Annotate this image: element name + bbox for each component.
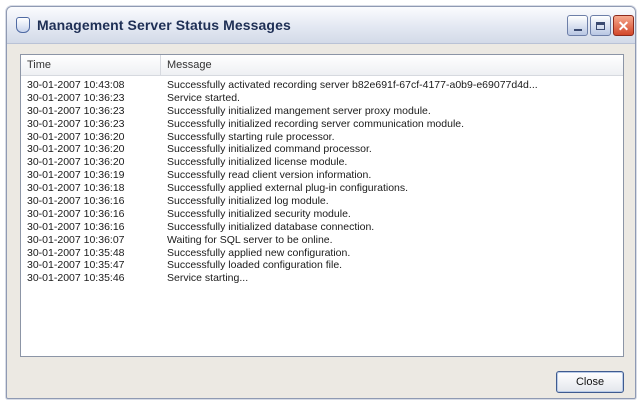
list-item[interactable]: 30-01-2007 10:36:16 Successfully initiali… <box>21 221 623 234</box>
message-time: 30-01-2007 10:36:18 <box>27 182 125 195</box>
message-time: 30-01-2007 10:36:16 <box>27 220 125 233</box>
list-item[interactable]: 30-01-2007 10:36:07 Waiting for SQL serve… <box>21 234 623 247</box>
list-item[interactable]: 30-01-2007 10:36:16 Successfully initiali… <box>21 208 623 221</box>
message-time: 30-01-2007 10:36:19 <box>27 169 125 182</box>
messages-list[interactable]: Time Message 30-01-2007 10:43:08 Successf… <box>20 54 624 357</box>
minimize-icon <box>573 28 582 31</box>
maximize-button[interactable] <box>590 15 611 36</box>
message-text: Successfully initialized mangement serve… <box>167 104 431 117</box>
close-button[interactable]: Close <box>556 371 624 393</box>
message-text: Successfully initialized security module… <box>167 207 351 220</box>
title-bar[interactable]: Management Server Status Messages ✕ <box>7 7 635 44</box>
message-text: Successfully initialized license module. <box>167 156 348 169</box>
message-time: 30-01-2007 10:36:16 <box>27 207 125 220</box>
list-item[interactable]: 30-01-2007 10:35:46 Service starting... <box>21 272 623 285</box>
minimize-button[interactable] <box>567 15 588 36</box>
close-icon: ✕ <box>617 17 630 34</box>
list-item[interactable]: 30-01-2007 10:36:23 Service started. <box>21 92 623 105</box>
list-item[interactable]: 30-01-2007 10:36:20 Successfully initiali… <box>21 143 623 156</box>
list-item[interactable]: 30-01-2007 10:35:47 Successfully loaded c… <box>21 259 623 272</box>
list-rows: 30-01-2007 10:43:08 Successfully activate… <box>21 76 623 285</box>
message-text: Successfully activated recording server … <box>167 79 538 91</box>
message-time: 30-01-2007 10:35:46 <box>27 272 125 285</box>
message-time: 30-01-2007 10:36:23 <box>27 91 125 104</box>
list-header: Time Message <box>21 55 623 76</box>
message-text: Successfully initialized database connec… <box>167 220 375 233</box>
list-item[interactable]: 30-01-2007 10:35:48 Successfully applied … <box>21 247 623 260</box>
window-title: Management Server Status Messages <box>37 17 291 33</box>
message-text: Successfully applied new configuration. <box>167 246 351 259</box>
list-item[interactable]: 30-01-2007 10:36:23 Successfully initiali… <box>21 105 623 118</box>
message-time: 30-01-2007 10:36:16 <box>27 195 125 208</box>
message-text: Successfully initialized command process… <box>167 143 372 156</box>
message-text: Successfully starting rule processor. <box>167 130 335 143</box>
list-item[interactable]: 30-01-2007 10:36:20 Successfully starting… <box>21 131 623 144</box>
maximize-icon <box>596 21 605 30</box>
message-text: Successfully initialized recording serve… <box>167 117 465 130</box>
list-item[interactable]: 30-01-2007 10:43:08 Successfully activate… <box>21 79 623 92</box>
message-time: 30-01-2007 10:36:07 <box>27 233 125 246</box>
message-time: 30-01-2007 10:35:47 <box>27 259 125 272</box>
message-text: Waiting for SQL server to be online. <box>167 233 333 246</box>
message-text: Service starting... <box>167 272 249 285</box>
list-item[interactable]: 30-01-2007 10:36:16 Successfully initiali… <box>21 195 623 208</box>
message-time: 30-01-2007 10:36:23 <box>27 104 125 117</box>
message-text: Successfully applied external plug-in co… <box>167 182 409 195</box>
column-header-time[interactable]: Time <box>21 55 161 75</box>
message-time: 30-01-2007 10:36:20 <box>27 143 125 156</box>
message-text: Successfully loaded configuration file. <box>167 259 343 272</box>
message-time: 30-01-2007 10:36:20 <box>27 130 125 143</box>
message-text: Successfully read client version informa… <box>167 169 372 182</box>
message-time: 30-01-2007 10:43:08 <box>27 79 125 91</box>
message-time: 30-01-2007 10:35:48 <box>27 246 125 259</box>
column-header-message[interactable]: Message <box>161 55 623 75</box>
window-close-button[interactable]: ✕ <box>613 15 634 36</box>
list-item[interactable]: 30-01-2007 10:36:18 Successfully applied … <box>21 182 623 195</box>
message-text: Service started. <box>167 91 240 104</box>
message-text: Successfully initialized log module. <box>167 195 329 208</box>
list-item[interactable]: 30-01-2007 10:36:19 Successfully read cli… <box>21 169 623 182</box>
status-messages-window: Management Server Status Messages ✕ Time… <box>6 6 636 399</box>
message-time: 30-01-2007 10:36:23 <box>27 117 125 130</box>
list-item[interactable]: 30-01-2007 10:36:20 Successfully initiali… <box>21 156 623 169</box>
message-time: 30-01-2007 10:36:20 <box>27 156 125 169</box>
list-item[interactable]: 30-01-2007 10:36:23 Successfully initiali… <box>21 118 623 131</box>
shield-icon <box>16 17 30 33</box>
